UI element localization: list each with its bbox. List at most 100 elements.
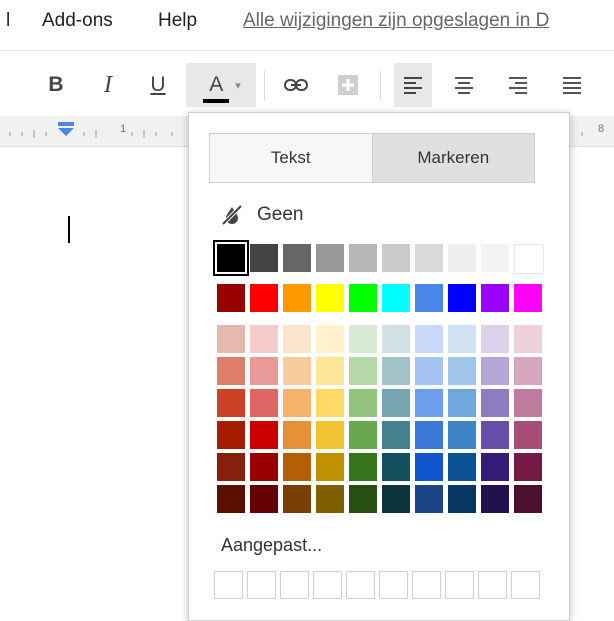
custom-color-slot[interactable] [313,571,342,599]
color-swatch-bright[interactable] [481,284,509,312]
align-right-button[interactable] [500,63,536,107]
text-color-button[interactable]: A ▾ [186,63,256,107]
custom-color-button[interactable]: Aangepast... [221,535,322,556]
insert-comment-button[interactable] [330,63,366,107]
menu-item-extensions-partial[interactable]: l [6,10,10,32]
color-swatch-shade[interactable] [250,485,278,513]
color-swatch-shade[interactable] [283,453,311,481]
color-swatch-shade[interactable] [514,325,542,353]
color-swatch-bright[interactable] [250,284,278,312]
color-swatch-shade[interactable] [481,485,509,513]
color-swatch-shade[interactable] [448,357,476,385]
color-swatch-shade[interactable] [448,485,476,513]
color-swatch-shade[interactable] [382,325,410,353]
color-swatch-shade[interactable] [349,453,377,481]
color-swatch-shade[interactable] [250,389,278,417]
color-swatch-shade[interactable] [349,357,377,385]
color-swatch-bright[interactable] [382,284,410,312]
color-swatch-shade[interactable] [448,421,476,449]
color-swatch-shade[interactable] [481,453,509,481]
color-swatch-shade[interactable] [514,357,542,385]
color-swatch-shade[interactable] [349,389,377,417]
color-swatch-shade[interactable] [481,389,509,417]
color-swatch-shade[interactable] [514,389,542,417]
color-swatch-shade[interactable] [415,389,443,417]
color-swatch-bright[interactable] [283,284,311,312]
color-swatch-grayscale[interactable] [415,244,443,272]
color-swatch-shade[interactable] [217,485,245,513]
color-swatch-shade[interactable] [481,421,509,449]
color-swatch-bright[interactable] [514,284,542,312]
color-swatch-shade[interactable] [415,485,443,513]
color-swatch-shade[interactable] [349,485,377,513]
color-swatch-grayscale[interactable] [448,244,476,272]
color-swatch-shade[interactable] [250,421,278,449]
color-swatch-grayscale[interactable] [213,240,249,276]
align-center-button[interactable] [446,63,482,107]
menu-item-addons[interactable]: Add-ons [42,10,113,32]
color-swatch-shade[interactable] [217,325,245,353]
no-color-option[interactable]: Geen [221,201,303,229]
menu-item-help[interactable]: Help [158,10,197,32]
color-swatch-shade[interactable] [415,325,443,353]
color-swatch-shade[interactable] [382,485,410,513]
color-swatch-shade[interactable] [217,453,245,481]
italic-button[interactable]: I [90,63,126,107]
color-swatch-bright[interactable] [448,284,476,312]
color-swatch-shade[interactable] [514,485,542,513]
color-swatch-grayscale[interactable] [316,244,344,272]
color-swatch-shade[interactable] [415,357,443,385]
color-swatch-grayscale[interactable] [382,244,410,272]
bold-button[interactable]: B [38,63,74,107]
color-swatch-shade[interactable] [250,453,278,481]
color-swatch-shade[interactable] [382,389,410,417]
color-swatch-grayscale[interactable] [481,244,509,272]
tab-highlight-color[interactable]: Markeren [372,134,534,182]
color-swatch-shade[interactable] [250,357,278,385]
link-button[interactable] [276,63,316,107]
color-swatch-shade[interactable] [514,421,542,449]
color-swatch-shade[interactable] [382,453,410,481]
save-status-link[interactable]: Alle wijzigingen zijn opgeslagen in D [243,10,549,32]
color-swatch-bright[interactable] [415,284,443,312]
color-swatch-shade[interactable] [283,325,311,353]
color-swatch-shade[interactable] [217,421,245,449]
color-swatch-shade[interactable] [316,389,344,417]
color-swatch-shade[interactable] [481,325,509,353]
custom-color-slot[interactable] [247,571,276,599]
custom-color-slot[interactable] [214,571,243,599]
custom-color-slot[interactable] [445,571,474,599]
color-swatch-shade[interactable] [316,453,344,481]
custom-color-slot[interactable] [379,571,408,599]
color-swatch-grayscale[interactable] [349,244,377,272]
color-swatch-shade[interactable] [217,389,245,417]
color-swatch-shade[interactable] [349,421,377,449]
custom-color-slot[interactable] [412,571,441,599]
color-swatch-bright[interactable] [217,284,245,312]
color-swatch-grayscale[interactable] [514,244,544,274]
color-swatch-shade[interactable] [316,357,344,385]
custom-color-slot[interactable] [280,571,309,599]
underline-button[interactable]: U [140,63,176,107]
align-justify-button[interactable] [554,63,590,107]
color-swatch-shade[interactable] [283,389,311,417]
color-swatch-shade[interactable] [217,357,245,385]
color-swatch-shade[interactable] [415,453,443,481]
custom-color-slot[interactable] [346,571,375,599]
custom-color-slot[interactable] [478,571,507,599]
color-swatch-grayscale[interactable] [250,244,278,272]
color-swatch-shade[interactable] [415,421,443,449]
color-swatch-shade[interactable] [283,485,311,513]
custom-color-slot[interactable] [511,571,540,599]
color-swatch-shade[interactable] [382,357,410,385]
color-swatch-shade[interactable] [349,325,377,353]
color-swatch-shade[interactable] [448,453,476,481]
indent-marker-icon[interactable] [56,122,76,138]
color-swatch-shade[interactable] [316,325,344,353]
color-swatch-shade[interactable] [283,357,311,385]
color-swatch-bright[interactable] [349,284,377,312]
color-swatch-shade[interactable] [448,389,476,417]
color-swatch-shade[interactable] [250,325,278,353]
tab-text-color[interactable]: Tekst [210,134,373,182]
color-swatch-bright[interactable] [316,284,344,312]
